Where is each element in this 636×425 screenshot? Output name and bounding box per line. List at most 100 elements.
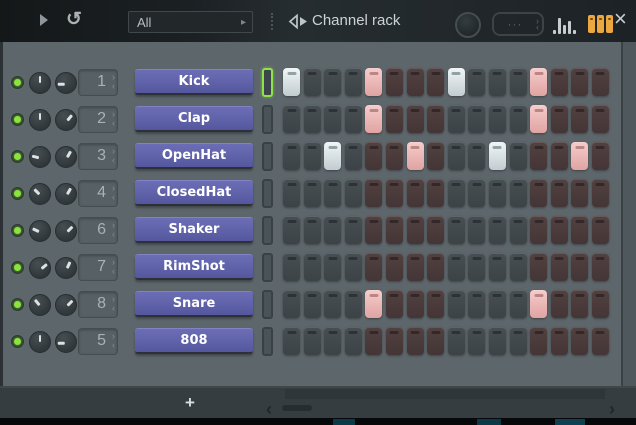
step-cell[interactable] xyxy=(283,179,300,207)
step-cell[interactable] xyxy=(365,142,383,170)
step-cell[interactable] xyxy=(447,142,465,170)
step-cell[interactable] xyxy=(406,327,424,355)
step-cell[interactable] xyxy=(447,253,465,281)
volume-knob[interactable] xyxy=(55,146,77,168)
channel-number-box[interactable]: 6 › ‹ xyxy=(78,217,118,244)
step-cell[interactable] xyxy=(344,179,362,207)
step-cell[interactable] xyxy=(550,327,568,355)
channel-number-box[interactable]: 8 › ‹ xyxy=(78,291,118,318)
step-cell[interactable] xyxy=(468,179,486,207)
step-cell[interactable] xyxy=(488,327,506,355)
channel-enable-led[interactable] xyxy=(11,335,24,348)
step-cell[interactable] xyxy=(303,68,321,96)
step-cell[interactable] xyxy=(468,68,486,96)
step-cell[interactable] xyxy=(427,105,445,133)
channel-select-indicator[interactable] xyxy=(262,142,273,171)
number-spinner-icons[interactable]: › ‹ xyxy=(112,221,115,239)
step-cell[interactable] xyxy=(447,216,465,244)
step-cell[interactable] xyxy=(427,179,445,207)
step-cell[interactable] xyxy=(509,216,527,244)
channel-number-box[interactable]: 4 › ‹ xyxy=(78,180,118,207)
step-cell[interactable] xyxy=(303,216,321,244)
number-spinner-icons[interactable]: › ‹ xyxy=(112,295,115,313)
step-cell[interactable] xyxy=(324,105,342,133)
channel-enable-led[interactable] xyxy=(11,187,24,200)
channel-button[interactable]: 808 xyxy=(135,328,253,354)
channel-enable-led[interactable] xyxy=(11,298,24,311)
channel-display-mode-icon[interactable] xyxy=(588,15,613,33)
volume-knob[interactable] xyxy=(55,294,77,316)
step-cell[interactable] xyxy=(550,179,568,207)
step-cell[interactable] xyxy=(550,142,568,170)
horizontal-scrollbar-track[interactable] xyxy=(285,389,605,399)
channel-enable-led[interactable] xyxy=(11,76,24,89)
channel-filter-select[interactable]: All ▸ xyxy=(128,11,253,33)
number-spinner-icons[interactable]: › ‹ xyxy=(112,184,115,202)
number-spinner-icons[interactable]: › ‹ xyxy=(112,110,115,128)
channel-select-indicator[interactable] xyxy=(262,253,273,282)
step-cell[interactable] xyxy=(447,327,465,355)
step-cell[interactable] xyxy=(488,105,506,133)
channel-button[interactable]: OpenHat xyxy=(135,143,253,169)
step-cell[interactable] xyxy=(591,142,609,170)
step-cell[interactable] xyxy=(488,216,506,244)
undo-icon[interactable]: ↺ xyxy=(66,8,82,31)
step-cell[interactable] xyxy=(488,253,506,281)
step-cell[interactable] xyxy=(447,290,465,318)
step-cell[interactable] xyxy=(344,253,362,281)
step-cell[interactable] xyxy=(591,290,609,318)
step-cell[interactable] xyxy=(365,105,383,133)
volume-knob[interactable] xyxy=(55,72,77,94)
step-cell[interactable] xyxy=(303,290,321,318)
step-cell[interactable] xyxy=(406,216,424,244)
number-spinner-icons[interactable]: › ‹ xyxy=(112,258,115,276)
step-cell[interactable] xyxy=(303,142,321,170)
channel-button[interactable]: ClosedHat xyxy=(135,180,253,206)
step-cell[interactable] xyxy=(591,253,609,281)
step-cell[interactable] xyxy=(427,290,445,318)
step-cell[interactable] xyxy=(385,327,403,355)
step-cell[interactable] xyxy=(550,105,568,133)
step-cell[interactable] xyxy=(571,142,589,170)
channel-select-indicator[interactable] xyxy=(262,216,273,245)
step-cell[interactable] xyxy=(406,105,424,133)
step-cell[interactable] xyxy=(591,68,609,96)
channel-select-indicator[interactable] xyxy=(262,179,273,208)
channel-number-box[interactable]: 2 › ‹ xyxy=(78,106,118,133)
step-cell[interactable] xyxy=(324,290,342,318)
step-cell[interactable] xyxy=(509,327,527,355)
step-cell[interactable] xyxy=(283,142,300,170)
step-cell[interactable] xyxy=(365,216,383,244)
step-cell[interactable] xyxy=(365,68,383,96)
step-cell[interactable] xyxy=(591,105,609,133)
step-cell[interactable] xyxy=(509,68,527,96)
step-cell[interactable] xyxy=(571,68,589,96)
step-cell[interactable] xyxy=(283,105,300,133)
step-cell[interactable] xyxy=(324,142,342,170)
channel-enable-led[interactable] xyxy=(11,224,24,237)
step-cell[interactable] xyxy=(406,253,424,281)
close-icon[interactable]: × xyxy=(614,6,627,32)
channel-select-indicator[interactable] xyxy=(262,327,273,356)
volume-knob[interactable] xyxy=(55,257,77,279)
step-cell[interactable] xyxy=(324,179,342,207)
step-cell[interactable] xyxy=(509,142,527,170)
pan-knob[interactable] xyxy=(29,109,51,131)
step-cell[interactable] xyxy=(447,105,465,133)
step-cell[interactable] xyxy=(468,216,486,244)
pattern-selector[interactable]: ··· › ‹ xyxy=(492,12,544,36)
step-cell[interactable] xyxy=(530,142,548,170)
step-cell[interactable] xyxy=(571,253,589,281)
step-cell[interactable] xyxy=(303,105,321,133)
step-cell[interactable] xyxy=(283,327,300,355)
step-cell[interactable] xyxy=(488,290,506,318)
step-cell[interactable] xyxy=(468,142,486,170)
step-cell[interactable] xyxy=(303,253,321,281)
step-cell[interactable] xyxy=(550,68,568,96)
channel-number-box[interactable]: 1 › ‹ xyxy=(78,69,118,96)
volume-knob[interactable] xyxy=(55,220,77,242)
number-spinner-icons[interactable]: › ‹ xyxy=(112,73,115,91)
channel-select-indicator[interactable] xyxy=(262,68,273,97)
pan-knob[interactable] xyxy=(29,331,51,353)
step-cell[interactable] xyxy=(427,327,445,355)
